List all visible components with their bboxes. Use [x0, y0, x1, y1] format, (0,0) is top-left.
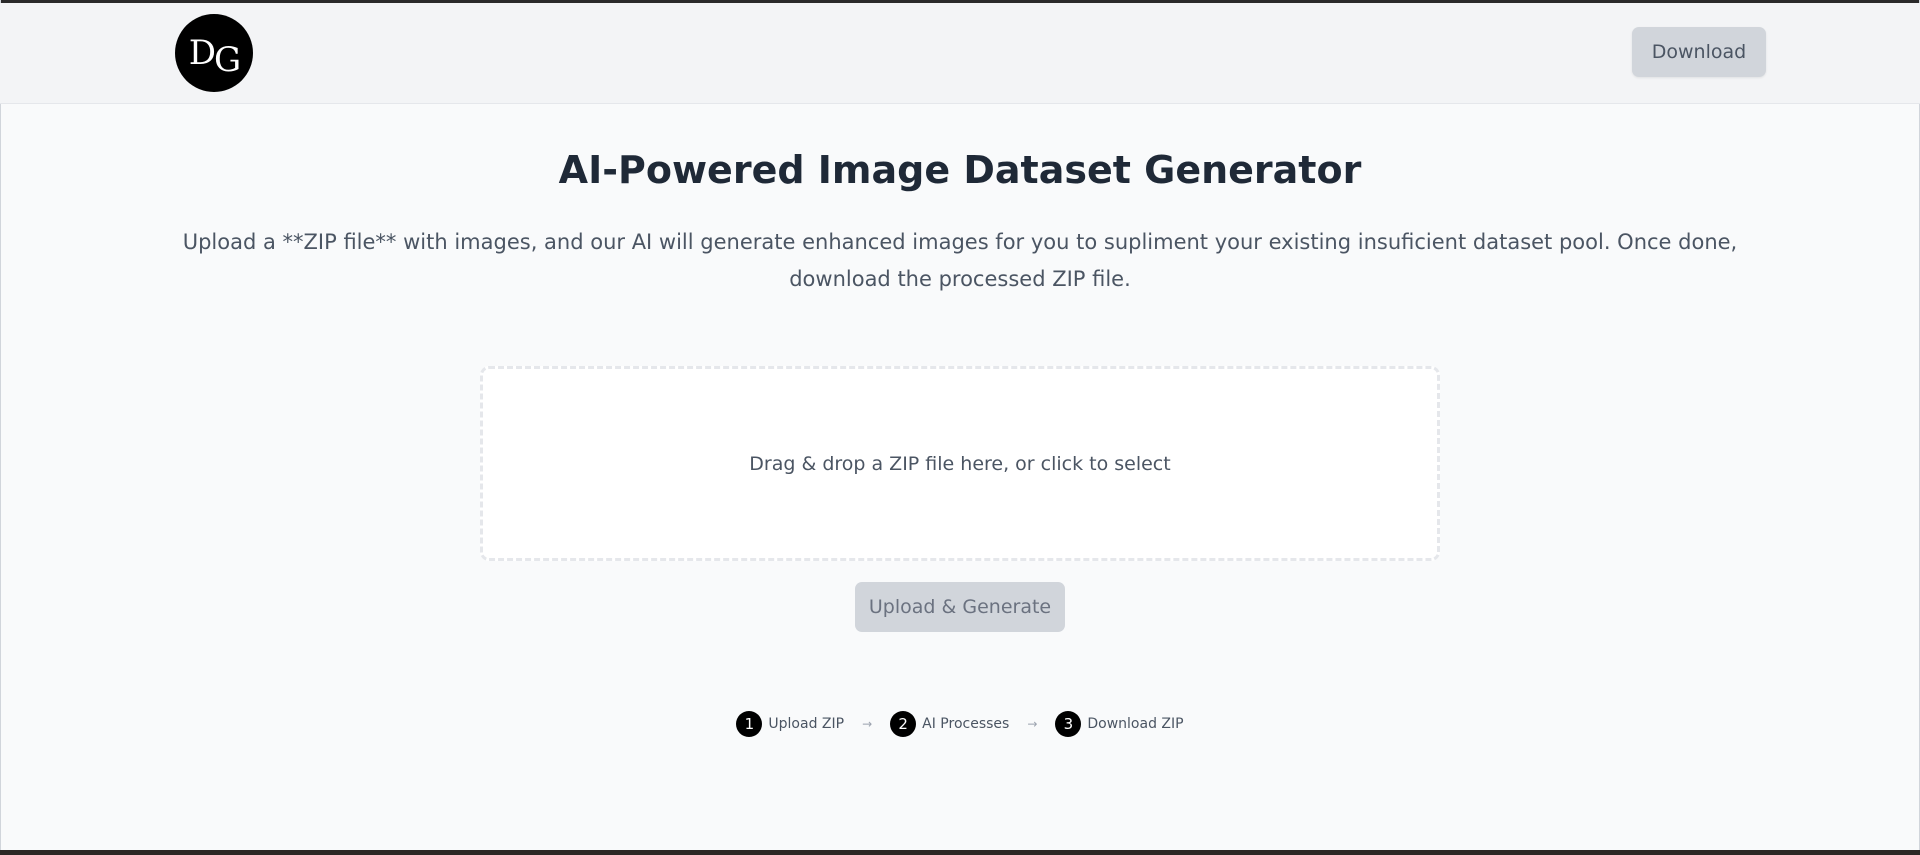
page-description: Upload a **ZIP file** with images, and o… — [182, 230, 1738, 291]
step-label: Upload ZIP — [768, 716, 845, 732]
navbar: DG Download — [0, 3, 1920, 104]
step-process: 2 AI Processes — [890, 711, 1009, 737]
window-bottom-border — [0, 850, 1920, 855]
step-upload: 1 Upload ZIP — [736, 711, 844, 737]
step-number-badge: 3 — [1055, 711, 1082, 737]
arrow-right-icon: → — [862, 717, 873, 731]
page-title: AI-Powered Image Dataset Generator — [558, 148, 1362, 192]
process-steps: 1 Upload ZIP → 2 AI Processes → 3 Downlo… — [0, 710, 1920, 738]
download-button[interactable]: Download — [1632, 27, 1766, 77]
upload-generate-button[interactable]: Upload & Generate — [855, 582, 1065, 632]
logo-letter-d: D — [188, 33, 216, 73]
step-label: AI Processes — [922, 716, 1010, 732]
logo-letter-g: G — [214, 40, 241, 80]
logo[interactable]: DG — [175, 14, 253, 92]
zip-dropzone[interactable]: Drag & drop a ZIP file here, or click to… — [480, 366, 1440, 561]
step-download: 3 Download ZIP — [1055, 711, 1184, 737]
dropzone-text: Drag & drop a ZIP file here, or click to… — [749, 452, 1171, 475]
step-number-badge: 1 — [736, 711, 763, 737]
step-label: Download ZIP — [1087, 716, 1184, 732]
step-number-badge: 2 — [890, 711, 917, 737]
arrow-right-icon: → — [1027, 717, 1038, 731]
